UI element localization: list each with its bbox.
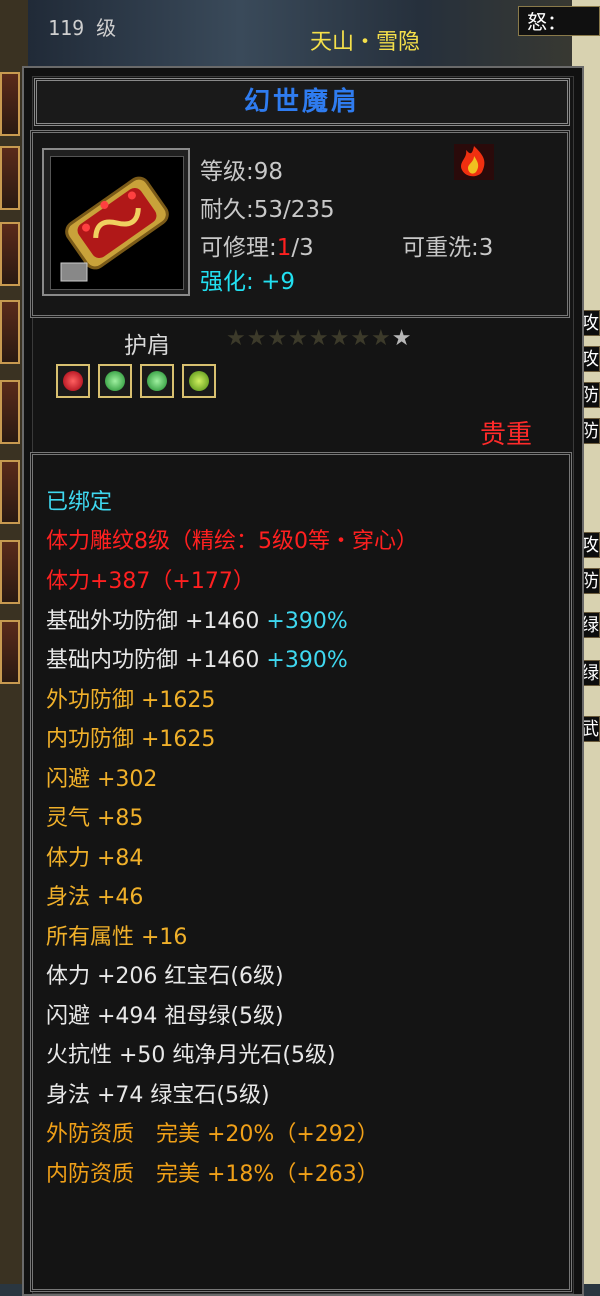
attribute-line: 闪避 +302: [46, 767, 158, 792]
base-internal-defense: 基础内功防御 +1460 +390%: [46, 642, 348, 674]
item-slot-type: 护肩: [124, 333, 170, 359]
attr-percent: +390%: [266, 648, 348, 673]
base-external-defense: 基础外功防御 +1460 +390%: [46, 603, 348, 635]
item-refine: 强化: +9: [200, 262, 295, 296]
item-repair: 可修理:1/3: [200, 228, 314, 262]
flame-status-icon: [452, 142, 496, 182]
attr-text: 基础外功防御 +1460: [46, 609, 260, 634]
item-name: 幻世魔肩: [243, 87, 360, 117]
red-gem-icon[interactable]: [56, 364, 90, 398]
item-level: 等级:98: [200, 159, 284, 185]
player-name: 天山・雪隐: [310, 30, 421, 55]
left-slot-3[interactable]: [0, 222, 20, 286]
gem-socket-row: [56, 364, 219, 402]
star-rating-lit: ★: [391, 326, 413, 351]
left-slot-6[interactable]: [0, 460, 20, 524]
player-level: 119 级: [48, 16, 117, 40]
engrave-line: 体力雕纹8级（精绘：5级0等・穿心）: [46, 529, 418, 554]
left-slot-8[interactable]: [0, 620, 20, 684]
engrave-stat-line: 体力+387（+177）: [46, 569, 255, 594]
repair-total: /3: [291, 235, 314, 261]
left-slot-2[interactable]: [0, 146, 20, 210]
attr-text: 基础内功防御 +1460: [46, 648, 260, 673]
item-durability: 耐久:53/235: [200, 197, 335, 223]
aptitude-line: 外防资质 完美 +20%（+292）: [46, 1122, 379, 1147]
item-rewash: 可重洗:3: [402, 235, 494, 261]
left-slot-4[interactable]: [0, 300, 20, 364]
item-quality: 贵重: [480, 420, 533, 450]
item-title-bar: 幻世魔肩: [34, 78, 570, 126]
attribute-line: 内功防御 +1625: [46, 727, 216, 752]
attribute-line: 身法 +46: [46, 885, 144, 910]
green-gem-icon[interactable]: [182, 364, 217, 398]
attribute-line: 体力 +84: [46, 846, 144, 871]
left-slot-5[interactable]: [0, 380, 20, 444]
refine-value: +9: [261, 269, 295, 295]
bound-status: 已绑定: [46, 490, 113, 515]
attribute-line: 外功防御 +1625: [46, 688, 216, 713]
repair-label: 可修理:: [200, 235, 277, 261]
star-rating: ★★★★★★★★★: [226, 326, 413, 351]
attribute-line: 所有属性 +16: [46, 925, 188, 950]
attribute-line: 灵气 +85: [46, 806, 144, 831]
repair-used: 1: [276, 235, 292, 261]
left-slot-7[interactable]: [0, 540, 20, 604]
green-gem-icon[interactable]: [98, 364, 133, 398]
star-rating-dim: ★★★★★★★★: [226, 326, 392, 351]
gem-attribute-line: 身法 +74 绿宝石(5级): [46, 1083, 270, 1108]
left-slot-1[interactable]: [0, 72, 20, 136]
refine-label: 强化:: [200, 269, 254, 295]
green-gem-icon[interactable]: [140, 364, 175, 398]
shoulder-item-icon: [50, 156, 184, 290]
gem-attribute-line: 火抗性 +50 纯净月光石(5级): [46, 1043, 336, 1068]
item-icon-frame: [42, 148, 190, 296]
anger-label: 怒：: [518, 6, 600, 36]
aptitude-line: 内防资质 完美 +18%（+263）: [46, 1162, 379, 1187]
attr-percent: +390%: [266, 609, 348, 634]
gem-attribute-line: 体力 +206 红宝石(6级): [46, 964, 284, 989]
gem-attribute-line: 闪避 +494 祖母绿(5级): [46, 1004, 284, 1029]
